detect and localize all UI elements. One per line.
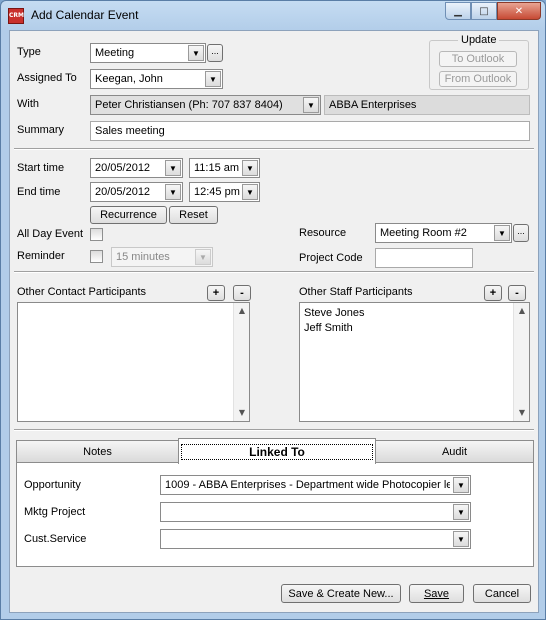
maximize-button[interactable]: □ bbox=[471, 2, 497, 20]
opportunity-label: Opportunity bbox=[24, 479, 81, 491]
add-contact-button[interactable]: + bbox=[207, 285, 225, 301]
opportunity-select[interactable]: 1009 - ABBA Enterprises - Department wid… bbox=[160, 475, 471, 495]
chevron-down-icon[interactable]: ▼ bbox=[453, 504, 469, 520]
end-time-label: End time bbox=[17, 186, 61, 198]
type-select[interactable]: Meeting ▼ bbox=[90, 43, 206, 63]
all-day-event-label: All Day Event bbox=[17, 228, 84, 240]
end-time-value: 12:45 pm bbox=[194, 186, 240, 198]
divider bbox=[14, 429, 534, 431]
recurrence-button[interactable]: Recurrence bbox=[90, 206, 167, 224]
end-time-picker[interactable]: 12:45 pm ▼ bbox=[189, 182, 260, 202]
start-time-picker[interactable]: 11:15 am ▼ bbox=[189, 158, 260, 178]
dialog-window: CRM Add Calendar Event ▁ □ ✕ Type Meetin… bbox=[0, 0, 546, 620]
assigned-to-select[interactable]: Keegan, John ▼ bbox=[90, 69, 223, 89]
with-contact-select[interactable]: Peter Christiansen (Ph: 707 837 8404) ▼ bbox=[90, 95, 321, 115]
chevron-down-icon[interactable]: ▼ bbox=[303, 97, 319, 113]
list-item[interactable]: Steve Jones bbox=[304, 307, 365, 319]
reminder-label: Reminder bbox=[17, 250, 65, 262]
summary-label: Summary bbox=[17, 124, 65, 136]
scrollbar[interactable]: ▲ ▼ bbox=[513, 303, 529, 421]
contact-participants-label: Other Contact Participants bbox=[17, 286, 147, 298]
staff-participants-label: Other Staff Participants bbox=[299, 286, 413, 298]
chevron-down-icon[interactable]: ▼ bbox=[453, 531, 469, 547]
scrollbar[interactable]: ▲ ▼ bbox=[233, 303, 249, 421]
reminder-checkbox[interactable] bbox=[90, 250, 103, 263]
tab-control: Notes Linked To Audit Opportunity 1009 -… bbox=[16, 432, 534, 568]
chevron-down-icon[interactable]: ▼ bbox=[195, 249, 211, 265]
add-staff-button[interactable]: + bbox=[484, 285, 502, 301]
reminder-value: 15 minutes bbox=[116, 251, 170, 263]
list-item[interactable]: Jeff Smith bbox=[304, 322, 353, 334]
all-day-event-checkbox[interactable] bbox=[90, 228, 103, 241]
chevron-down-icon[interactable]: ▼ bbox=[165, 160, 181, 176]
divider bbox=[14, 271, 534, 273]
save-button-label: Save bbox=[423, 587, 450, 600]
save-button[interactable]: Save bbox=[409, 584, 464, 603]
remove-contact-button[interactable]: - bbox=[233, 285, 251, 301]
resource-value: Meeting Room #2 bbox=[380, 227, 467, 239]
assigned-to-label: Assigned To bbox=[17, 72, 77, 84]
chevron-down-icon[interactable]: ▼ bbox=[188, 45, 204, 61]
opportunity-value: 1009 - ABBA Enterprises - Department wid… bbox=[165, 479, 450, 491]
to-outlook-button[interactable]: To Outlook bbox=[439, 51, 517, 67]
end-date-value: 20/05/2012 bbox=[95, 186, 151, 198]
save-and-create-new-button[interactable]: Save & Create New... bbox=[281, 584, 401, 603]
tab-linked-to[interactable]: Linked To bbox=[178, 438, 376, 464]
contact-participants-list[interactable]: ▲ ▼ bbox=[17, 302, 250, 422]
with-company-field: ABBA Enterprises bbox=[324, 95, 530, 115]
resource-browse-button[interactable]: ... bbox=[513, 224, 529, 242]
title-bar[interactable]: CRM Add Calendar Event ▁ □ ✕ bbox=[1, 1, 545, 29]
from-outlook-button[interactable]: From Outlook bbox=[439, 71, 517, 87]
chevron-down-icon[interactable]: ▼ bbox=[242, 184, 258, 200]
staff-participants-list[interactable]: Steve Jones Jeff Smith ▲ ▼ bbox=[299, 302, 530, 422]
reset-button[interactable]: Reset bbox=[169, 206, 218, 224]
cancel-button[interactable]: Cancel bbox=[473, 584, 531, 603]
resource-label: Resource bbox=[299, 227, 347, 239]
chevron-down-icon[interactable]: ▼ bbox=[165, 184, 181, 200]
window-title: Add Calendar Event bbox=[31, 8, 139, 22]
start-time-value: 11:15 am bbox=[194, 162, 240, 174]
start-time-label: Start time bbox=[17, 162, 65, 174]
resource-select[interactable]: Meeting Room #2 ▼ bbox=[375, 223, 512, 243]
type-label: Type bbox=[17, 46, 41, 58]
project-code-input[interactable] bbox=[375, 248, 473, 268]
update-group-label: Update bbox=[458, 34, 500, 46]
with-contact-value: Peter Christiansen (Ph: 707 837 8404) bbox=[95, 99, 283, 111]
summary-input[interactable]: Sales meeting bbox=[90, 121, 530, 141]
reminder-select[interactable]: 15 minutes ▼ bbox=[111, 247, 213, 267]
divider bbox=[14, 148, 534, 150]
project-code-label: Project Code bbox=[299, 252, 363, 264]
cust-service-label: Cust.Service bbox=[24, 533, 87, 545]
start-date-value: 20/05/2012 bbox=[95, 162, 151, 174]
start-date-picker[interactable]: 20/05/2012 ▼ bbox=[90, 158, 183, 178]
mktg-project-label: Mktg Project bbox=[24, 506, 86, 518]
end-date-picker[interactable]: 20/05/2012 ▼ bbox=[90, 182, 183, 202]
cust-service-select[interactable]: ▼ bbox=[160, 529, 471, 549]
scroll-up-icon[interactable]: ▲ bbox=[234, 303, 250, 319]
tab-linked-to-label: Linked To bbox=[181, 443, 373, 460]
type-browse-button[interactable]: ... bbox=[207, 44, 223, 62]
app-icon: CRM bbox=[8, 8, 24, 24]
close-button[interactable]: ✕ bbox=[497, 2, 541, 20]
chevron-down-icon[interactable]: ▼ bbox=[494, 225, 510, 241]
type-value: Meeting bbox=[95, 47, 135, 59]
scroll-down-icon[interactable]: ▼ bbox=[234, 405, 250, 421]
minimize-button[interactable]: ▁ bbox=[445, 2, 471, 20]
with-label: With bbox=[17, 98, 39, 110]
scroll-up-icon[interactable]: ▲ bbox=[514, 303, 530, 319]
tab-notes[interactable]: Notes bbox=[16, 440, 179, 462]
tab-audit[interactable]: Audit bbox=[375, 440, 534, 462]
chevron-down-icon[interactable]: ▼ bbox=[453, 477, 469, 493]
dialog-body: Type Meeting ▼ ... Update To Outlook Fro… bbox=[9, 30, 539, 613]
assigned-to-value: Keegan, John bbox=[95, 73, 163, 85]
chevron-down-icon[interactable]: ▼ bbox=[205, 71, 221, 87]
remove-staff-button[interactable]: - bbox=[508, 285, 526, 301]
linked-to-panel: Opportunity 1009 - ABBA Enterprises - De… bbox=[16, 462, 534, 567]
chevron-down-icon[interactable]: ▼ bbox=[242, 160, 258, 176]
scroll-down-icon[interactable]: ▼ bbox=[514, 405, 530, 421]
mktg-project-select[interactable]: ▼ bbox=[160, 502, 471, 522]
